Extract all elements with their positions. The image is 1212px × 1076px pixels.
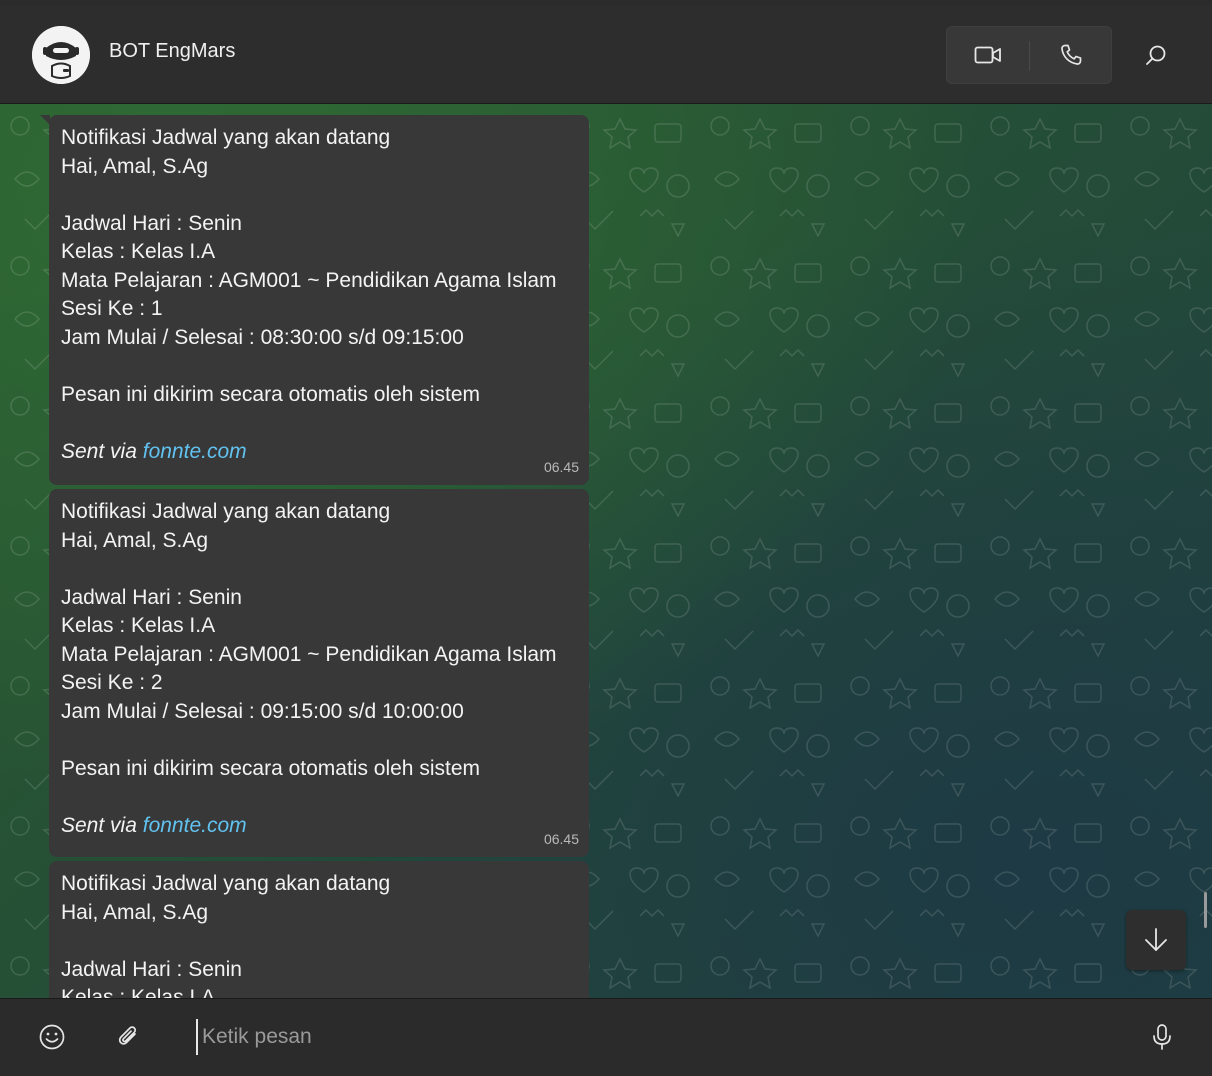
message-line: Mata Pelajaran : AGM001 ~ Pendidikan Aga… <box>61 268 557 292</box>
message-line <box>61 927 577 956</box>
message-line: Jadwal Hari : Senin <box>61 585 242 609</box>
message-line <box>61 555 577 584</box>
message-line: Sesi Ke : 1 <box>61 297 163 320</box>
search-icon <box>1146 45 1166 65</box>
message-line: Jam Mulai / Selesai : 09:15:00 s/d 10:00… <box>61 699 464 723</box>
fonnte-link[interactable]: fonnte.com <box>143 440 247 463</box>
message-line: Jadwal Hari : Senin <box>61 957 242 981</box>
message-input[interactable] <box>196 1019 1104 1055</box>
message-line: Sesi Ke : 2 <box>61 671 163 694</box>
microphone-icon <box>1153 1024 1171 1050</box>
message-line: Hai, Amal, S.Ag <box>61 528 209 552</box>
scrollbar-thumb[interactable] <box>1204 892 1207 928</box>
message-bubble[interactable]: Notifikasi Jadwal yang akan datang Hai, … <box>49 489 589 857</box>
arrow-down-icon <box>1145 928 1167 951</box>
sent-via-footer: Sent via fonnte.com <box>61 812 577 841</box>
call-button-group <box>946 26 1112 84</box>
sent-via-text: Sent via <box>61 439 137 463</box>
search-button[interactable] <box>1132 33 1180 77</box>
message-line <box>61 409 577 438</box>
message-line: Kelas : Kelas I.A <box>61 240 216 263</box>
message-line: Jam Mulai / Selesai : 08:30:00 s/d 09:15… <box>61 325 464 349</box>
message-bubble[interactable]: Notifikasi Jadwal yang akan datang Hai, … <box>40 115 589 485</box>
message-line: Kelas : Kelas I.A <box>61 986 216 998</box>
message-bubble[interactable]: Notifikasi Jadwal yang akan datang Hai, … <box>49 861 589 998</box>
message-line: Mata Pelajaran : AGM001 ~ Pendidikan Aga… <box>61 642 557 666</box>
message-line <box>61 783 577 812</box>
message-line <box>61 181 577 210</box>
scroll-to-bottom-button[interactable] <box>1126 910 1186 970</box>
voice-message-button[interactable] <box>1138 1013 1186 1061</box>
emoji-button[interactable] <box>28 1013 76 1061</box>
message-time: 06.45 <box>543 831 579 847</box>
chat-header: BOT EngMars <box>0 6 1212 104</box>
sent-via-footer: Sent via fonnte.com <box>61 438 577 467</box>
message-line: Hai, Amal, S.Ag <box>61 900 209 924</box>
video-camera-icon <box>974 46 1001 64</box>
message-line: Kelas : Kelas I.A <box>61 614 216 637</box>
message-composer <box>0 998 1212 1076</box>
message-line: Hai, Amal, S.Ag <box>61 154 209 178</box>
message-line: Notifikasi Jadwal yang akan datang <box>61 126 391 149</box>
chat-area[interactable]: Notifikasi Jadwal yang akan datang Hai, … <box>0 104 1212 998</box>
phone-icon <box>1061 44 1082 65</box>
message-line: Notifikasi Jadwal yang akan datang <box>61 872 391 895</box>
robot-icon <box>32 26 90 84</box>
avatar[interactable] <box>32 26 90 84</box>
message-line: Notifikasi Jadwal yang akan datang <box>61 500 391 523</box>
attach-button[interactable] <box>105 1013 153 1061</box>
message-line <box>61 726 577 755</box>
paperclip-icon <box>118 1026 137 1045</box>
message-line: Jadwal Hari : Senin <box>61 211 242 235</box>
sent-via-text: Sent via <box>61 813 137 837</box>
contact-name[interactable]: BOT EngMars <box>109 40 235 63</box>
message-line <box>61 352 577 381</box>
voice-call-button[interactable] <box>1030 27 1112 83</box>
message-line: Pesan ini dikirim secara otomatis oleh s… <box>61 756 480 780</box>
message-time: 06.45 <box>543 459 579 475</box>
fonnte-link[interactable]: fonnte.com <box>143 814 247 837</box>
emoji-icon <box>39 1024 65 1050</box>
bubble-tail <box>40 115 50 125</box>
message-line: Pesan ini dikirim secara otomatis oleh s… <box>61 382 480 406</box>
video-call-button[interactable] <box>947 27 1029 83</box>
